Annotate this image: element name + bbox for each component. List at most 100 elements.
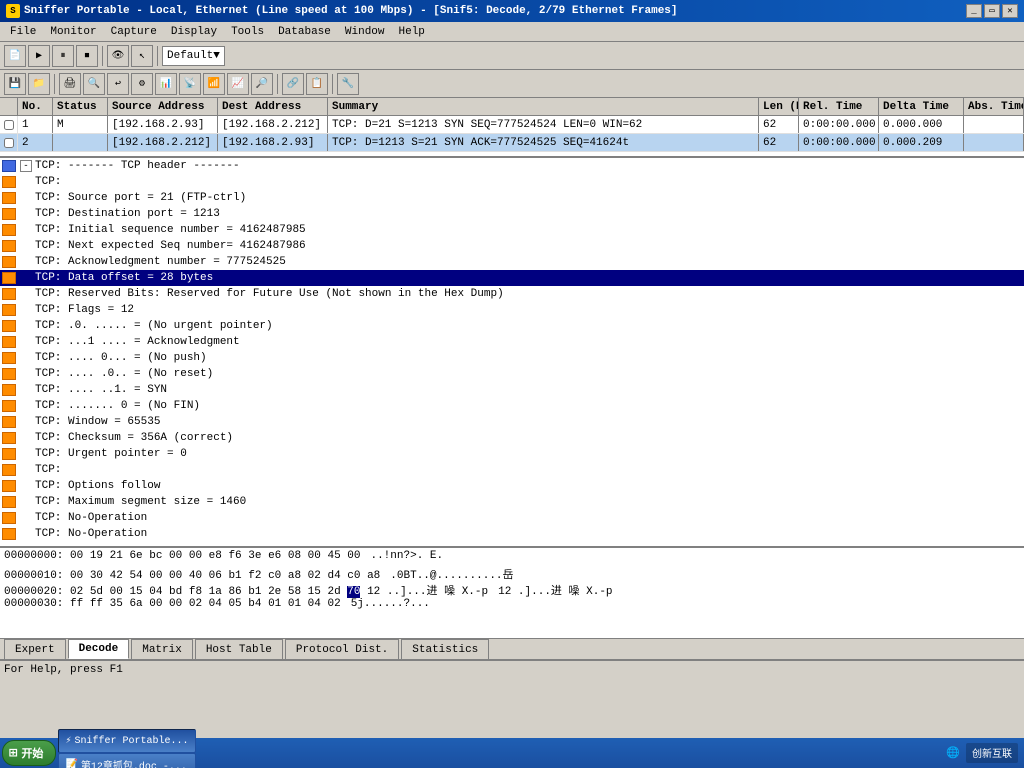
tb2-btn11[interactable]: 🔎 bbox=[251, 73, 273, 95]
decode-line-8[interactable]: TCP: Reserved Bits: Reserved for Future … bbox=[0, 286, 1024, 302]
decode-line-23[interactable]: TCP: No-Operation bbox=[0, 526, 1024, 542]
hex-ascii: ..!nn?>. E. bbox=[370, 550, 443, 562]
sep2 bbox=[157, 46, 158, 66]
menu-item-help[interactable]: Help bbox=[393, 25, 431, 39]
decode-line-11[interactable]: TCP: ...1 .... = Acknowledgment bbox=[0, 334, 1024, 350]
taskbar-item-1[interactable]: 📝第12章抓包.doc -... bbox=[58, 753, 195, 768]
minimize-button[interactable]: _ bbox=[966, 4, 982, 18]
row1-summary: TCP: D=21 S=1213 SYN SEQ=777524524 LEN=0… bbox=[328, 116, 759, 133]
decode-line-7[interactable]: TCP: Data offset = 28 bytes bbox=[0, 270, 1024, 286]
menu-item-monitor[interactable]: Monitor bbox=[44, 25, 102, 39]
menu-item-database[interactable]: Database bbox=[272, 25, 337, 39]
start-label: 开始 bbox=[21, 745, 43, 761]
decode-line-21[interactable]: TCP: Maximum segment size = 1460 bbox=[0, 494, 1024, 510]
row1-rel: 0:00:00.000 bbox=[799, 116, 879, 133]
filter-dropdown[interactable]: Default ▼ bbox=[162, 46, 225, 66]
decode-text: TCP: .0. ..... = (No urgent pointer) bbox=[35, 320, 273, 332]
tb2-btn4[interactable]: 🔍 bbox=[83, 73, 105, 95]
new-button[interactable]: 📄 bbox=[4, 45, 26, 67]
decode-line-20[interactable]: TCP: Options follow bbox=[0, 478, 1024, 494]
hex-bytes: ff ff 35 6a 00 00 02 04 05 b4 01 01 04 0… bbox=[70, 598, 341, 610]
app-icon: S bbox=[6, 4, 20, 18]
menu-item-file[interactable]: File bbox=[4, 25, 42, 39]
hex-bytes: 02 5d 00 15 04 bd f8 1a 86 b1 2e 58 15 2… bbox=[70, 586, 347, 598]
tb2-btn2[interactable]: 📁 bbox=[28, 73, 50, 95]
tb2-btn6[interactable]: ⚙ bbox=[131, 73, 153, 95]
decode-text: TCP: No-Operation bbox=[35, 528, 147, 540]
tb2-btn7[interactable]: 📊 bbox=[155, 73, 177, 95]
pause-button[interactable]: ⏹ bbox=[76, 45, 98, 67]
tb2-btn13[interactable]: 📋 bbox=[306, 73, 328, 95]
tb2-btn12[interactable]: 🔗 bbox=[282, 73, 304, 95]
cursor-button[interactable]: ↖ bbox=[131, 45, 153, 67]
row1-checkbox[interactable] bbox=[0, 116, 18, 133]
decode-text: TCP: Window = 65535 bbox=[35, 416, 160, 428]
hex-ascii: 5j......?... bbox=[351, 598, 430, 610]
decode-line-13[interactable]: TCP: .... .0.. = (No reset) bbox=[0, 366, 1024, 382]
row2-checkbox[interactable] bbox=[0, 134, 18, 151]
decode-icon bbox=[2, 384, 16, 396]
tab-statistics[interactable]: Statistics bbox=[401, 639, 489, 659]
tree-toggle[interactable]: - bbox=[20, 160, 32, 172]
eye-button[interactable]: 👁 bbox=[107, 45, 129, 67]
decode-icon bbox=[2, 256, 16, 268]
tab-host-table[interactable]: Host Table bbox=[195, 639, 283, 659]
decode-line-16[interactable]: TCP: Window = 65535 bbox=[0, 414, 1024, 430]
menu-item-window[interactable]: Window bbox=[339, 25, 391, 39]
table-row[interactable]: 2 [192.168.2.212] [192.168.2.93] TCP: D=… bbox=[0, 134, 1024, 152]
tab-decode[interactable]: Decode bbox=[68, 639, 130, 659]
title-bar: S Sniffer Portable - Local, Ethernet (Li… bbox=[0, 0, 1024, 22]
decode-line-19[interactable]: TCP: bbox=[0, 462, 1024, 478]
decode-icon bbox=[2, 208, 16, 220]
decode-icon bbox=[2, 448, 16, 460]
decode-line-6[interactable]: TCP: Acknowledgment number = 777524525 bbox=[0, 254, 1024, 270]
decode-line-0[interactable]: -TCP: ------- TCP header ------- bbox=[0, 158, 1024, 174]
decode-line-5[interactable]: TCP: Next expected Seq number= 416248798… bbox=[0, 238, 1024, 254]
col-src-header: Source Address bbox=[108, 98, 218, 115]
decode-line-2[interactable]: TCP: Source port = 21 (FTP-ctrl) bbox=[0, 190, 1024, 206]
open-button[interactable]: ▶ bbox=[28, 45, 50, 67]
tb2-btn10[interactable]: 📈 bbox=[227, 73, 249, 95]
decode-text: TCP: No-Operation bbox=[35, 512, 147, 524]
tb2-btn5[interactable]: ↩ bbox=[107, 73, 129, 95]
decode-line-17[interactable]: TCP: Checksum = 356A (correct) bbox=[0, 430, 1024, 446]
taskbar-item-icon: ⚡ bbox=[65, 735, 71, 747]
taskbar-item-label: Sniffer Portable... bbox=[74, 736, 188, 747]
taskbar-items: ⚡Sniffer Portable...📝第12章抓包.doc -... bbox=[58, 729, 195, 768]
start-button[interactable]: ⊞ 开始 bbox=[2, 740, 56, 766]
packet-list-header: No. Status Source Address Dest Address S… bbox=[0, 98, 1024, 116]
tb2-btn14[interactable]: 🔧 bbox=[337, 73, 359, 95]
tb2-btn9[interactable]: 📶 bbox=[203, 73, 225, 95]
decode-line-9[interactable]: TCP: Flags = 12 bbox=[0, 302, 1024, 318]
col-no-header: No. bbox=[18, 98, 53, 115]
decode-line-1[interactable]: TCP: bbox=[0, 174, 1024, 190]
decode-line-22[interactable]: TCP: No-Operation bbox=[0, 510, 1024, 526]
col-abs-header: Abs. Time bbox=[964, 98, 1024, 115]
decode-line-3[interactable]: TCP: Destination port = 1213 bbox=[0, 206, 1024, 222]
row2-abs bbox=[964, 134, 1024, 151]
tb2-btn1[interactable]: 💾 bbox=[4, 73, 26, 95]
taskbar-item-0[interactable]: ⚡Sniffer Portable... bbox=[58, 729, 195, 753]
decode-line-18[interactable]: TCP: Urgent pointer = 0 bbox=[0, 446, 1024, 462]
taskbar-clock: 创新互联 bbox=[966, 743, 1018, 763]
decode-line-4[interactable]: TCP: Initial sequence number = 416248798… bbox=[0, 222, 1024, 238]
tab-matrix[interactable]: Matrix bbox=[131, 639, 193, 659]
restore-button[interactable]: ▭ bbox=[984, 4, 1000, 18]
decode-line-12[interactable]: TCP: .... 0... = (No push) bbox=[0, 350, 1024, 366]
tb2-btn3[interactable]: 🖨 bbox=[59, 73, 81, 95]
menu-item-tools[interactable]: Tools bbox=[225, 25, 270, 39]
dropdown-arrow[interactable]: ▼ bbox=[213, 50, 220, 62]
tab-expert[interactable]: Expert bbox=[4, 639, 66, 659]
row1-delta: 0.000.000 bbox=[879, 116, 964, 133]
table-row[interactable]: 1 M [192.168.2.93] [192.168.2.212] TCP: … bbox=[0, 116, 1024, 134]
tb2-sep2 bbox=[277, 74, 278, 94]
menu-item-capture[interactable]: Capture bbox=[105, 25, 163, 39]
decode-line-14[interactable]: TCP: .... ..1. = SYN bbox=[0, 382, 1024, 398]
tab-protocol-dist-[interactable]: Protocol Dist. bbox=[285, 639, 399, 659]
stop-button[interactable]: ⏸ bbox=[52, 45, 74, 67]
decode-line-10[interactable]: TCP: .0. ..... = (No urgent pointer) bbox=[0, 318, 1024, 334]
close-button[interactable]: ✕ bbox=[1002, 4, 1018, 18]
menu-item-display[interactable]: Display bbox=[165, 25, 223, 39]
decode-line-15[interactable]: TCP: ....... 0 = (No FIN) bbox=[0, 398, 1024, 414]
tb2-btn8[interactable]: 📡 bbox=[179, 73, 201, 95]
